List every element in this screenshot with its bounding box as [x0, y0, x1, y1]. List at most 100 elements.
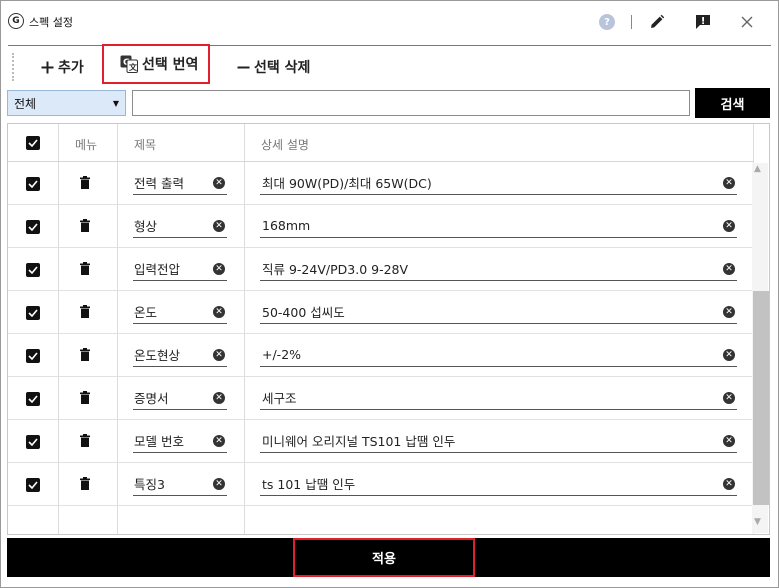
title-value: 입력전압 [134, 262, 181, 277]
title-value: 전력 출력 [134, 176, 184, 191]
spec-settings-window: G 스펙 설정 ? 추가 G 文 선택 번역 선택 삭제 [0, 0, 779, 588]
edit-icon[interactable] [648, 13, 666, 31]
clear-icon[interactable]: ✕ [213, 392, 225, 404]
trash-icon[interactable] [80, 262, 90, 275]
description-field[interactable]: 50-400 섭씨도 ✕ [260, 300, 737, 324]
title-field[interactable]: 증명서 ✕ [133, 386, 227, 410]
description-value: 세구조 [262, 391, 297, 406]
minus-icon [237, 66, 250, 68]
row-checkbox[interactable] [26, 435, 40, 449]
clear-icon[interactable]: ✕ [723, 306, 735, 318]
search-button[interactable]: 검색 [695, 88, 770, 118]
window-title: 스펙 설정 [29, 16, 73, 29]
header-menu: 메뉴 [75, 138, 98, 152]
description-value: 미니웨어 오리지널 TS101 납땜 인두 [262, 434, 456, 449]
alert-icon[interactable] [694, 13, 712, 31]
description-field[interactable]: 미니웨어 오리지널 TS101 납땜 인두 ✕ [260, 429, 737, 453]
title-field[interactable]: 모델 번호 ✕ [133, 429, 227, 453]
app-logo-icon: G [8, 13, 24, 29]
header-title: 제목 [134, 138, 157, 152]
description-field[interactable]: ts 101 납땜 인두 ✕ [260, 472, 737, 496]
select-all-checkbox[interactable] [26, 136, 40, 150]
row-checkbox[interactable] [26, 263, 40, 277]
title-field[interactable]: 전력 출력 ✕ [133, 171, 227, 195]
scroll-up-icon[interactable]: ▲ [754, 164, 761, 174]
description-field[interactable]: 최대 90W(PD)/최대 65W(DC) ✕ [260, 171, 737, 195]
clear-icon[interactable]: ✕ [213, 435, 225, 447]
translate-selected-label: 선택 번역 [142, 57, 199, 73]
title-field[interactable]: 특징3 ✕ [133, 472, 227, 496]
trash-icon[interactable] [80, 434, 90, 447]
title-field[interactable]: 온도현상 ✕ [133, 343, 227, 367]
header-description: 상세 설명 [261, 138, 309, 152]
spec-table: 메뉴 제목 상세 설명 전력 출력 ✕ 최대 90W(PD)/최대 65W(DC)… [7, 123, 770, 535]
chevron-down-icon: ▼ [112, 99, 119, 108]
search-input[interactable] [132, 90, 690, 116]
trash-icon[interactable] [80, 305, 90, 318]
title-value: 특징3 [134, 477, 165, 492]
table-row: 모델 번호 ✕ 미니웨어 오리지널 TS101 납땜 인두 ✕ [8, 420, 753, 463]
title-bar: G 스펙 설정 ? [1, 1, 778, 43]
toolbar-grip[interactable] [12, 53, 14, 81]
scrollbar-thumb[interactable] [753, 291, 769, 505]
apply-button[interactable]: 적용 [293, 538, 475, 577]
description-value: +/-2% [262, 347, 302, 362]
description-value: 50-400 섭씨도 [262, 305, 345, 320]
clear-icon[interactable]: ✕ [213, 177, 225, 189]
description-field[interactable]: 168mm ✕ [260, 214, 737, 238]
title-value: 증명서 [134, 391, 169, 406]
description-field[interactable]: +/-2% ✕ [260, 343, 737, 367]
row-checkbox[interactable] [26, 349, 40, 363]
trash-icon[interactable] [80, 176, 90, 189]
row-checkbox[interactable] [26, 220, 40, 234]
title-field[interactable]: 온도 ✕ [133, 300, 227, 324]
description-value: 최대 90W(PD)/최대 65W(DC) [262, 176, 432, 191]
clear-icon[interactable]: ✕ [213, 349, 225, 361]
row-checkbox[interactable] [26, 306, 40, 320]
clear-icon[interactable]: ✕ [723, 392, 735, 404]
delete-selected-label: 선택 삭제 [254, 60, 311, 76]
title-value: 모델 번호 [134, 434, 184, 449]
category-filter-select[interactable]: 전체 ▼ [7, 90, 126, 116]
table-header: 메뉴 제목 상세 설명 [8, 124, 753, 162]
trash-icon[interactable] [80, 391, 90, 404]
trash-icon[interactable] [80, 348, 90, 361]
trash-icon[interactable] [80, 219, 90, 232]
description-field[interactable]: 직류 9-24V/PD3.0 9-28V ✕ [260, 257, 737, 281]
close-icon[interactable] [738, 13, 756, 31]
row-checkbox[interactable] [26, 478, 40, 492]
help-icon[interactable]: ? [599, 14, 615, 30]
table-row: 온도현상 ✕ +/-2% ✕ [8, 334, 753, 377]
table-row: 특징3 ✕ ts 101 납땜 인두 ✕ [8, 463, 753, 506]
title-field[interactable]: 형상 ✕ [133, 214, 227, 238]
description-value: 168mm [262, 218, 311, 233]
title-field[interactable]: 입력전압 ✕ [133, 257, 227, 281]
clear-icon[interactable]: ✕ [723, 435, 735, 447]
trash-icon[interactable] [80, 477, 90, 490]
clear-icon[interactable]: ✕ [723, 349, 735, 361]
clear-icon[interactable]: ✕ [723, 220, 735, 232]
table-row: 입력전압 ✕ 직류 9-24V/PD3.0 9-28V ✕ [8, 248, 753, 291]
add-button-label: 추가 [58, 60, 84, 76]
clear-icon[interactable]: ✕ [723, 177, 735, 189]
clear-icon[interactable]: ✕ [213, 478, 225, 490]
description-field[interactable]: 세구조 ✕ [260, 386, 737, 410]
delete-selected-button[interactable]: 선택 삭제 [237, 53, 310, 81]
add-button[interactable]: 추가 [41, 53, 84, 81]
scroll-down-icon[interactable]: ▼ [754, 517, 761, 527]
clear-icon[interactable]: ✕ [213, 306, 225, 318]
titlebar-divider [631, 15, 632, 29]
title-value: 온도 [134, 305, 158, 320]
clear-icon[interactable]: ✕ [213, 220, 225, 232]
category-filter-value: 전체 [14, 96, 37, 111]
clear-icon[interactable]: ✕ [723, 478, 735, 490]
plus-icon [41, 61, 54, 73]
clear-icon[interactable]: ✕ [213, 263, 225, 275]
clear-icon[interactable]: ✕ [723, 263, 735, 275]
translate-icon: G 文 [120, 55, 138, 73]
translate-selected-button[interactable]: G 文 선택 번역 [102, 44, 210, 84]
svg-text:文: 文 [129, 62, 138, 72]
row-checkbox[interactable] [26, 392, 40, 406]
row-checkbox[interactable] [26, 177, 40, 191]
title-value: 온도현상 [134, 348, 181, 363]
